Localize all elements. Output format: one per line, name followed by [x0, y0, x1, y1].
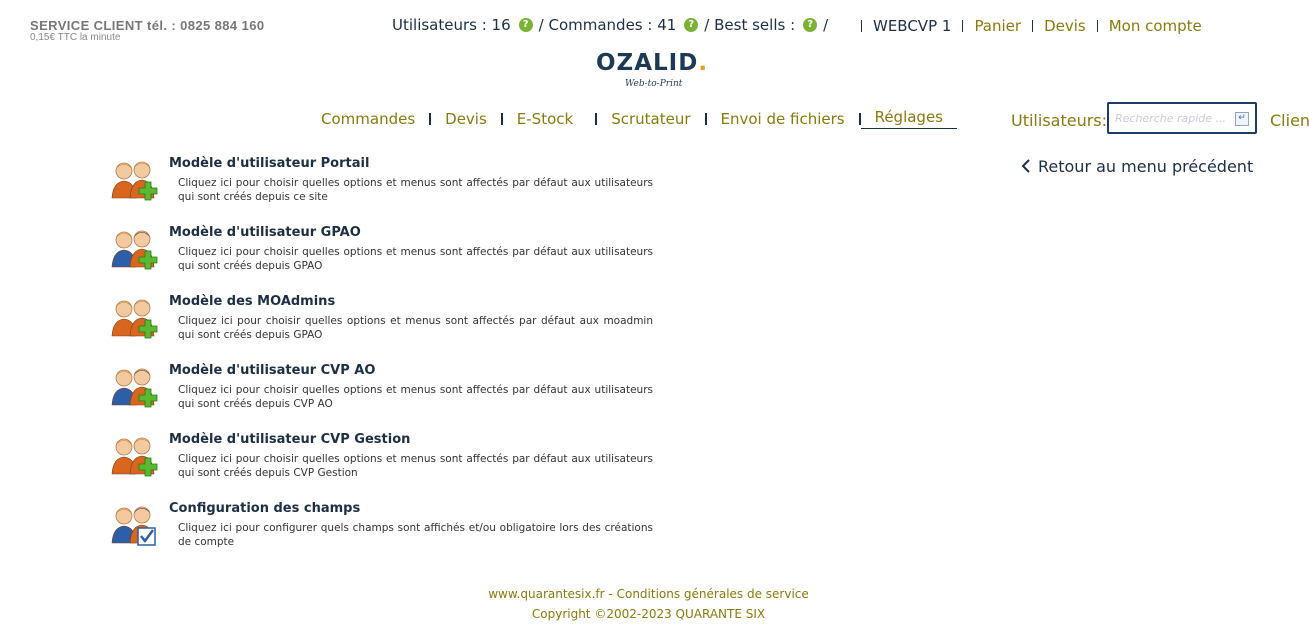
model-title[interactable]: Modèle d'utilisateur Portail [169, 156, 369, 171]
logo-dot: . [698, 50, 709, 76]
model-title[interactable]: Modèle d'utilisateur CVP Gestion [169, 432, 410, 447]
model-item[interactable]: Modèle d'utilisateur CVP Gestion Cliquez … [111, 432, 671, 494]
model-item[interactable]: Modèle d'utilisateur Portail Cliquez ici … [111, 156, 671, 218]
stats-bar: Utilisateurs : 16 ? / Commandes : 41 ? /… [392, 16, 828, 34]
users-add-icon[interactable] [111, 365, 161, 411]
client-search-label: Client [1270, 111, 1309, 130]
enter-icon[interactable]: ↵ [1235, 112, 1249, 126]
separator [962, 20, 964, 32]
cart-link[interactable]: Panier [974, 17, 1021, 35]
logo-text: OZALID [596, 50, 699, 76]
users-check-icon[interactable] [111, 503, 161, 549]
orders-count: / Commandes : 41 [538, 16, 677, 34]
footer-links: www.quarantesix.fr - Conditions générale… [0, 587, 1297, 601]
separator [429, 112, 432, 125]
help-icon[interactable]: ? [518, 18, 533, 32]
service-rate: 0,15€ TTC la minute [30, 32, 121, 43]
ozalid-logo[interactable]: OZALID. [596, 50, 708, 76]
quick-search-input[interactable] [1113, 111, 1241, 126]
users-add-icon[interactable] [111, 434, 161, 480]
help-icon[interactable]: ? [803, 18, 818, 32]
model-description: Cliquez ici pour choisir quelles options… [178, 384, 653, 410]
users-add-icon[interactable] [111, 227, 161, 273]
nav-devis[interactable]: Devis [445, 110, 487, 128]
nav-estock[interactable]: E-Stock [517, 110, 573, 128]
separator [1032, 20, 1034, 32]
best-sells-tail: / [823, 16, 829, 34]
model-description: Cliquez ici pour choisir quelles options… [178, 177, 653, 203]
model-description: Cliquez ici pour configurer quels champs… [178, 522, 653, 548]
model-title[interactable]: Modèle des MOAdmins [169, 294, 335, 309]
separator [1096, 20, 1098, 32]
footer-dash: - [608, 587, 613, 601]
chevron-left-icon [1021, 159, 1030, 173]
nav-envoi-fichiers[interactable]: Envoi de fichiers [721, 110, 845, 128]
my-account-link[interactable]: Mon compte [1109, 17, 1202, 35]
separator [704, 112, 707, 125]
users-search-label: Utilisateurs: [1011, 111, 1108, 130]
separator [595, 112, 598, 125]
back-link-label: Retour au menu précédent [1038, 157, 1254, 176]
logo-tagline: Web-to-Print [625, 79, 683, 89]
terms-link[interactable]: Conditions générales de service [617, 587, 809, 601]
model-title[interactable]: Modèle d'utilisateur GPAO [169, 225, 361, 240]
nav-reglages[interactable]: Réglages [860, 108, 958, 129]
users-add-icon[interactable] [111, 296, 161, 342]
model-description: Cliquez ici pour choisir quelles options… [178, 453, 653, 479]
users-add-icon[interactable] [111, 158, 161, 204]
model-item[interactable]: Modèle des MOAdmins Cliquez ici pour choi… [111, 294, 671, 356]
model-description: Cliquez ici pour choisir quelles options… [178, 246, 653, 272]
model-item[interactable]: Configuration des champs Cliquez ici pour… [111, 501, 671, 563]
nav-commandes[interactable]: Commandes [321, 110, 415, 128]
users-search-box: ↵ [1107, 102, 1257, 134]
model-item[interactable]: Modèle d'utilisateur CVP AO Cliquez ici p… [111, 363, 671, 425]
back-link[interactable]: Retour au menu précédent [1020, 157, 1253, 176]
help-icon[interactable]: ? [684, 18, 699, 32]
separator [861, 20, 862, 32]
site-link[interactable]: www.quarantesix.fr [488, 587, 604, 601]
users-count: Utilisateurs : 16 [392, 16, 511, 34]
best-sells: / Best sells : [704, 16, 796, 34]
main-nav: Commandes Devis E-Stock Scrutateur Envoi… [321, 108, 958, 129]
service-phone: SERVICE CLIENT tél. : 0825 884 160 [30, 18, 265, 33]
nav-scrutateur[interactable]: Scrutateur [611, 110, 690, 128]
separator [500, 112, 503, 125]
top-links: WEBCVP 1 Panier Devis Mon compte [850, 17, 1202, 35]
model-description: Cliquez ici pour choisir quelles options… [178, 315, 653, 341]
model-title[interactable]: Configuration des champs [169, 501, 360, 516]
quotes-link[interactable]: Devis [1044, 17, 1086, 35]
copyright: Copyright ©2002-2023 QUARANTE SIX [531, 607, 766, 621]
model-item[interactable]: Modèle d'utilisateur GPAO Cliquez ici pou… [111, 225, 671, 287]
account-code[interactable]: WEBCVP 1 [873, 17, 951, 35]
model-title[interactable]: Modèle d'utilisateur CVP AO [169, 363, 375, 378]
